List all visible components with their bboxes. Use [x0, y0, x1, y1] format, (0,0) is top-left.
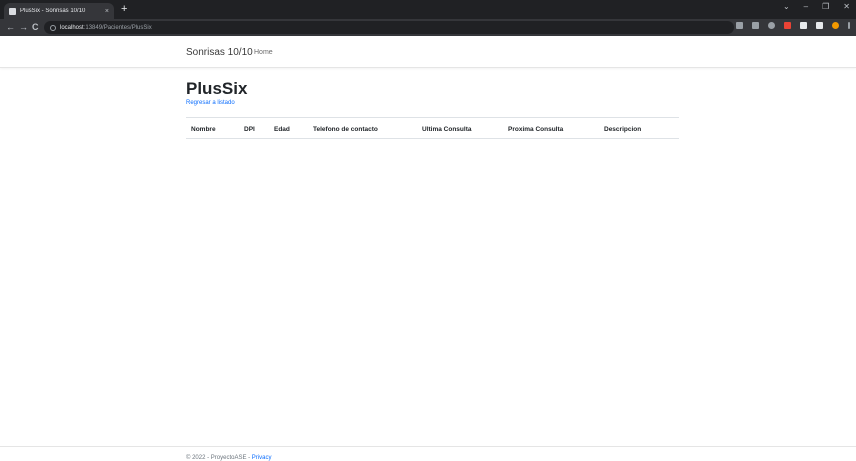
address-bar[interactable]: localhost :13849/Pacientes/PlusSix	[44, 21, 734, 34]
menu-kebab-icon[interactable]	[848, 22, 850, 29]
tab-close-icon[interactable]: ×	[105, 8, 109, 15]
share-icon[interactable]	[752, 22, 759, 29]
window-controls: ⌄ – ❐ ✕	[783, 2, 850, 11]
browser-tab-bar: PlusSix - Sonrisas 10/10 × + ⌄ – ❐ ✕	[0, 0, 856, 19]
footer-copyright: © 2022 - ProyectoASE -	[186, 455, 252, 461]
column-header-proxima-consulta: Proxima Consulta	[508, 126, 564, 133]
column-header-dpi: DPI	[244, 126, 255, 133]
column-header-nombre: Nombre	[191, 126, 216, 133]
column-header-telefono: Telefono de contacto	[313, 126, 378, 133]
profile-avatar-icon[interactable]	[832, 22, 839, 29]
new-tab-button[interactable]: +	[121, 3, 127, 15]
tab-search-icon[interactable]: ⌄	[783, 2, 790, 11]
forward-arrow-icon[interactable]: →	[19, 21, 28, 33]
url-host: localhost	[60, 24, 84, 31]
footer-text: © 2022 - ProyectoASE - Privacy	[186, 455, 271, 461]
column-header-descripcion: Descripcion	[604, 126, 642, 133]
extension-icons	[736, 22, 850, 29]
page-footer: © 2022 - ProyectoASE - Privacy	[0, 446, 856, 461]
browser-toolbar: ← → C localhost :13849/Pacientes/PlusSix	[0, 19, 856, 36]
extension-icon[interactable]	[784, 22, 791, 29]
column-header-ultima-consulta: Ultima Consulta	[422, 126, 472, 133]
column-header-edad: Edad	[274, 126, 290, 133]
patients-table: Nombre DPI Edad Telefono de contacto Ult…	[186, 117, 679, 139]
page-title: PlusSix	[186, 79, 248, 98]
bookmark-star-icon[interactable]	[768, 22, 775, 29]
app-navbar: Sonrisas 10/10 Home	[0, 36, 856, 68]
privacy-link[interactable]: Privacy	[252, 455, 272, 461]
side-panel-icon[interactable]	[816, 22, 823, 29]
page-favicon-icon	[9, 7, 16, 15]
close-window-button[interactable]: ✕	[843, 2, 850, 11]
url-path: :13849/Pacientes/PlusSix	[83, 24, 152, 31]
restore-button[interactable]: ❐	[822, 2, 829, 11]
site-info-icon[interactable]	[50, 24, 56, 31]
browser-tab[interactable]: PlusSix - Sonrisas 10/10 ×	[4, 3, 114, 19]
reload-icon[interactable]: C	[32, 21, 39, 33]
back-arrow-icon[interactable]: ←	[6, 21, 15, 33]
navbar-brand[interactable]: Sonrisas 10/10	[186, 47, 253, 58]
minimize-button[interactable]: –	[804, 2, 808, 11]
translate-icon[interactable]	[736, 22, 743, 29]
tab-title: PlusSix - Sonrisas 10/10	[20, 8, 86, 14]
extensions-puzzle-icon[interactable]	[800, 22, 807, 29]
back-to-list-link[interactable]: Regresar a listado	[186, 100, 235, 106]
nav-link-home[interactable]: Home	[254, 49, 273, 56]
